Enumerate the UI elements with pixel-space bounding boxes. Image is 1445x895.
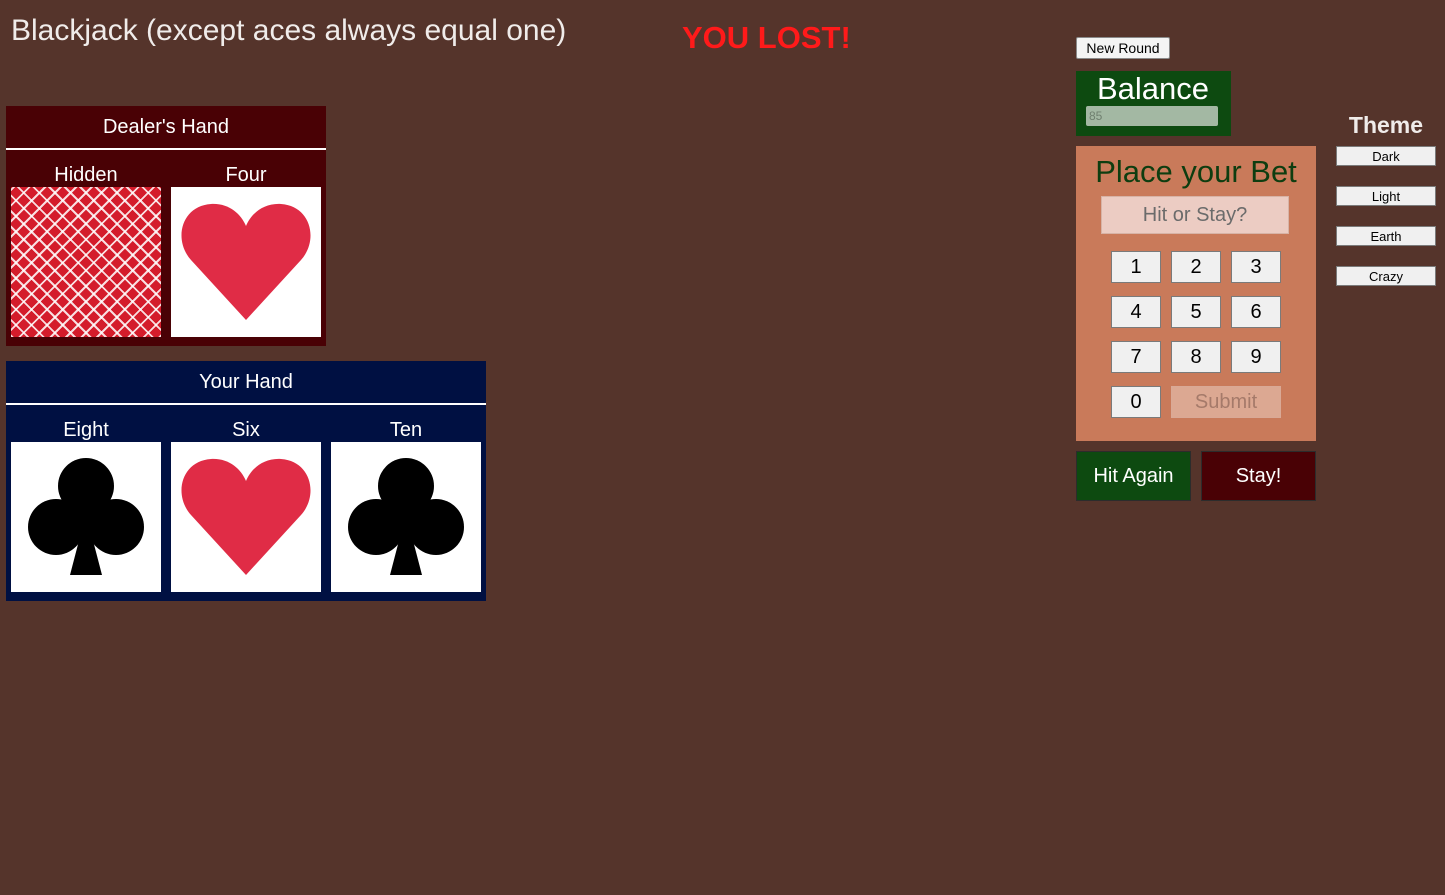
- dealer-hand: Dealer's Hand Hidden Four: [6, 106, 326, 346]
- key-3[interactable]: 3: [1231, 251, 1281, 283]
- key-8[interactable]: 8: [1171, 341, 1221, 373]
- stay-button[interactable]: Stay!: [1201, 451, 1316, 501]
- card: Six: [171, 418, 321, 592]
- player-hand: Your Hand Eight Six Ten: [6, 361, 486, 601]
- player-hand-title: Your Hand: [6, 361, 486, 405]
- bet-input[interactable]: Hit or Stay?: [1101, 196, 1289, 234]
- balance-panel: Balance 85: [1076, 71, 1231, 136]
- club-icon: [28, 458, 144, 575]
- heart-icon: [181, 203, 311, 320]
- card: Four: [171, 163, 321, 337]
- card-label: Six: [232, 419, 260, 441]
- bet-title: Place your Bet: [1095, 154, 1297, 189]
- card-back: [11, 187, 161, 337]
- key-1[interactable]: 1: [1111, 251, 1161, 283]
- club-icon: [348, 458, 464, 575]
- card-face: [171, 442, 321, 592]
- dealer-cards: Hidden Four: [6, 150, 326, 346]
- page-title: Blackjack (except aces always equal one): [11, 14, 567, 47]
- card-face: [171, 187, 321, 337]
- key-0[interactable]: 0: [1111, 386, 1161, 418]
- card: Ten: [331, 418, 481, 592]
- player-cards: Eight Six Ten: [6, 405, 486, 601]
- hit-again-button[interactable]: Hit Again: [1076, 451, 1191, 501]
- theme-earth-button[interactable]: Earth: [1336, 226, 1436, 246]
- theme-light-button[interactable]: Light: [1336, 186, 1436, 206]
- result-message: YOU LOST!: [682, 20, 851, 55]
- new-round-button[interactable]: New Round: [1076, 37, 1170, 59]
- key-2[interactable]: 2: [1171, 251, 1221, 283]
- card: Hidden: [11, 163, 161, 337]
- key-7[interactable]: 7: [1111, 341, 1161, 373]
- key-9[interactable]: 9: [1231, 341, 1281, 373]
- key-5[interactable]: 5: [1171, 296, 1221, 328]
- theme-title: Theme: [1348, 112, 1424, 138]
- bet-panel: Place your Bet Hit or Stay? 1 2 3 4 5 6 …: [1076, 146, 1316, 441]
- theme-crazy-button[interactable]: Crazy: [1336, 266, 1436, 286]
- card-face: [331, 442, 481, 592]
- submit-button[interactable]: Submit: [1171, 386, 1281, 418]
- heart-icon: [181, 458, 311, 575]
- card-face: [11, 442, 161, 592]
- balance-value: 85: [1086, 106, 1218, 126]
- card-label: Ten: [389, 419, 423, 441]
- card-label: Eight: [63, 419, 109, 441]
- key-4[interactable]: 4: [1111, 296, 1161, 328]
- card-label: Four: [225, 164, 267, 186]
- balance-title: Balance: [1097, 71, 1210, 106]
- theme-dark-button[interactable]: Dark: [1336, 146, 1436, 166]
- key-6[interactable]: 6: [1231, 296, 1281, 328]
- card: Eight: [11, 418, 161, 592]
- card-label: Hidden: [54, 164, 118, 186]
- dealer-hand-title: Dealer's Hand: [6, 106, 326, 150]
